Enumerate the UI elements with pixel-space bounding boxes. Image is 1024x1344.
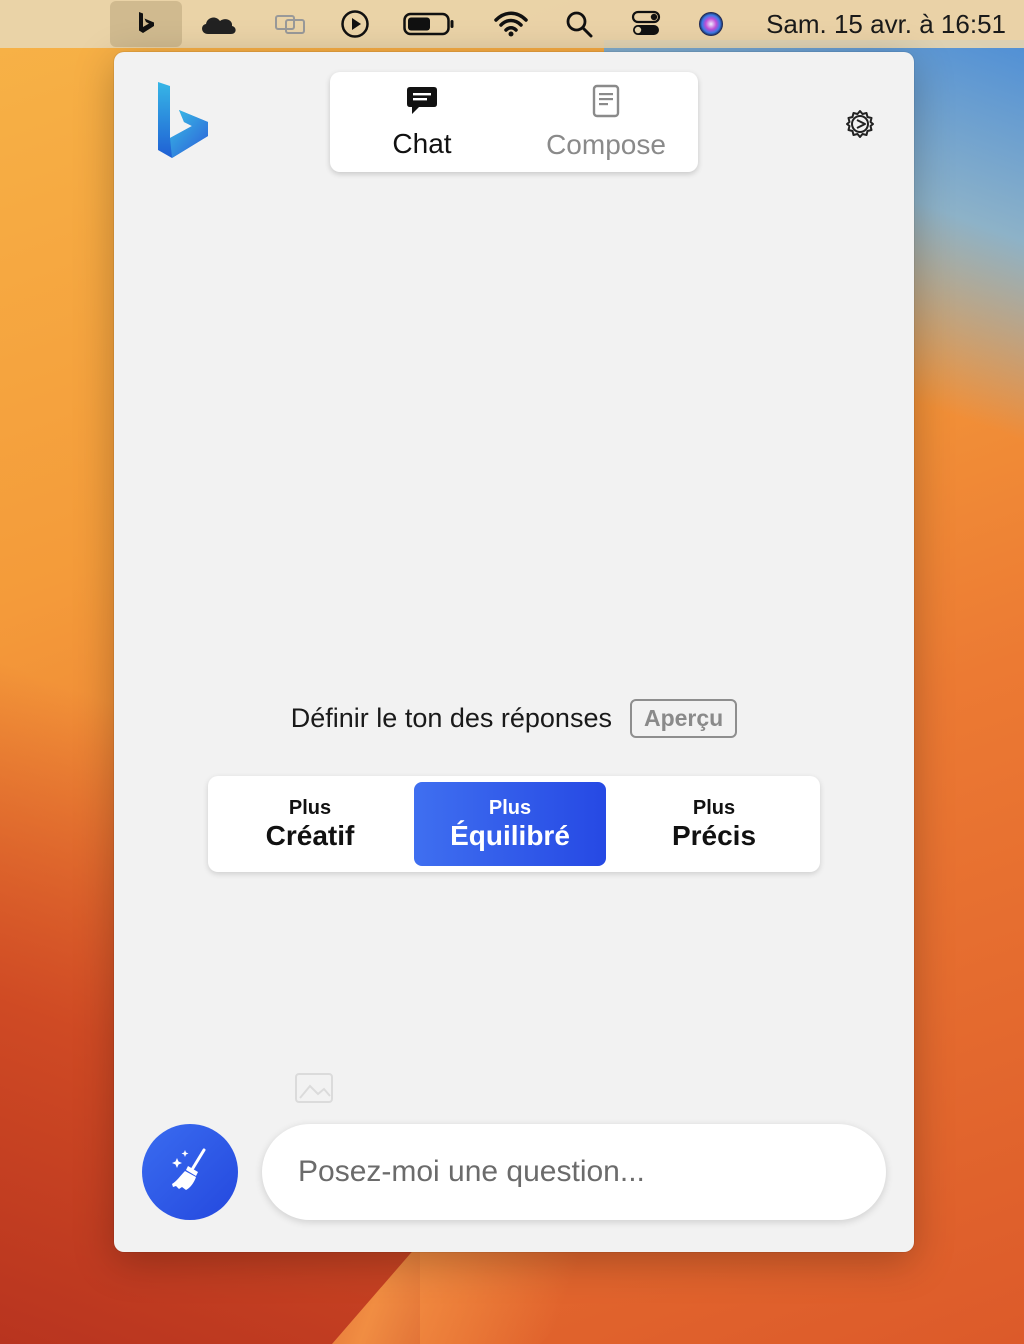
wifi-icon[interactable]: [492, 0, 530, 48]
preview-badge: Aperçu: [629, 698, 738, 738]
tone-option-precise[interactable]: Plus Précis: [618, 782, 810, 866]
bing-icon[interactable]: [110, 1, 182, 47]
tab-chat[interactable]: Chat: [330, 72, 514, 172]
tab-compose-label: Compose: [546, 128, 666, 160]
menu-bar: Sam. 15 avr. à 16:51: [0, 0, 1024, 48]
screen-mirroring-icon[interactable]: [272, 0, 308, 48]
siri-icon[interactable]: [694, 0, 728, 48]
tone-option-creative[interactable]: Plus Créatif: [214, 782, 406, 866]
tone-label: Définir le ton des réponses: [290, 702, 612, 733]
mode-tabs: Chat Compose: [330, 72, 698, 172]
onedrive-icon[interactable]: [196, 0, 240, 48]
bing-logo-icon: [154, 80, 212, 164]
tone-selector: Plus Créatif Plus Équilibré Plus Précis: [208, 776, 820, 872]
tone-header: Définir le ton des réponses Aperçu: [114, 696, 914, 740]
image-placeholder-icon: [294, 1072, 334, 1106]
spotlight-search-icon[interactable]: [562, 0, 596, 48]
gear-icon[interactable]: [844, 108, 876, 140]
ask-input[interactable]: [262, 1124, 886, 1220]
tone-option-balanced[interactable]: Plus Équilibré: [414, 782, 606, 866]
document-icon: [592, 84, 620, 123]
tone-option-label: Précis: [671, 819, 757, 851]
tone-option-prefix: Plus: [288, 796, 332, 819]
tone-option-prefix: Plus: [488, 796, 532, 819]
menubar-clock[interactable]: Sam. 15 avr. à 16:51: [766, 0, 1006, 48]
tone-option-prefix: Plus: [692, 796, 736, 819]
control-center-icon[interactable]: [628, 0, 664, 48]
tab-compose[interactable]: Compose: [514, 72, 698, 172]
new-topic-button[interactable]: [142, 1124, 238, 1220]
battery-icon[interactable]: [402, 0, 456, 48]
tone-option-label: Créatif: [265, 819, 355, 851]
tone-option-label: Équilibré: [450, 819, 570, 851]
bing-chat-window: Chat Compose Définir le ton des réponses…: [114, 52, 914, 1252]
broom-icon: [166, 1146, 214, 1199]
tab-chat-label: Chat: [392, 127, 452, 159]
media-play-icon[interactable]: [338, 0, 372, 48]
chat-bubble-icon: [405, 85, 439, 122]
